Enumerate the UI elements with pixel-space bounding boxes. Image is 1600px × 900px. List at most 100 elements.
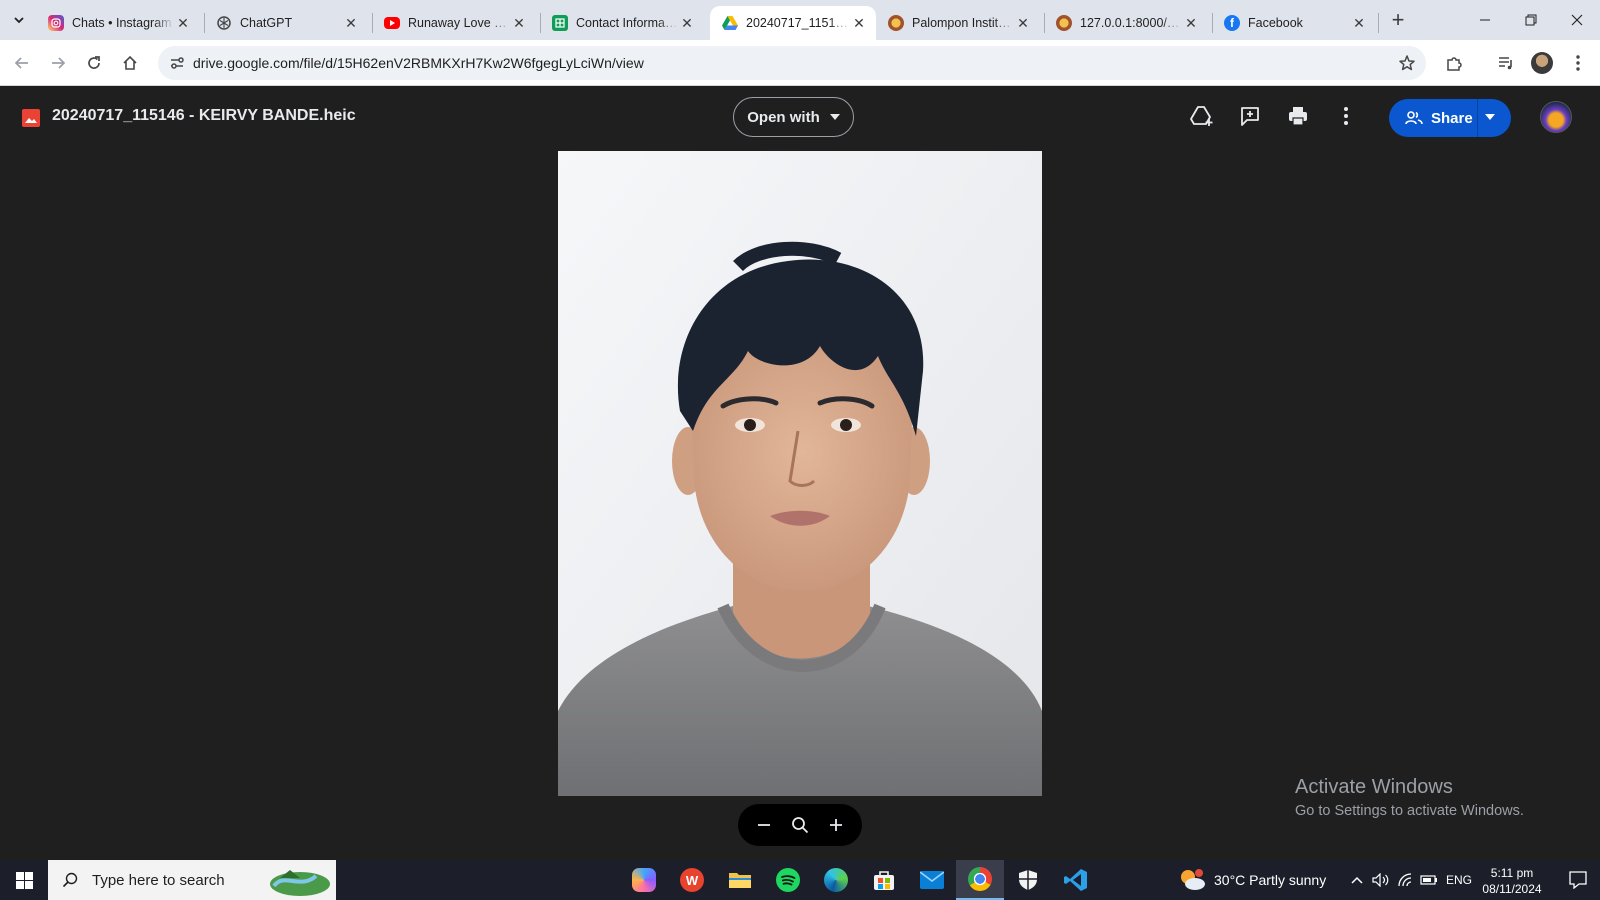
wifi-icon bbox=[1398, 873, 1412, 887]
back-button[interactable] bbox=[8, 49, 36, 77]
start-button[interactable] bbox=[0, 860, 48, 900]
weather-widget[interactable]: 30°C Partly sunny bbox=[1178, 860, 1326, 900]
tab-close-button[interactable]: ✕ bbox=[850, 14, 868, 32]
wps-office-app[interactable]: W bbox=[668, 860, 716, 900]
tab-title: Contact Information bbox=[576, 16, 678, 30]
tab-close-button[interactable]: ✕ bbox=[174, 14, 192, 32]
battery-icon bbox=[1420, 875, 1437, 885]
wps-office-icon: W bbox=[680, 868, 704, 892]
bookmark-star-icon[interactable] bbox=[1396, 52, 1418, 74]
tab-title: Chats • Instagram bbox=[72, 16, 172, 30]
arrow-right-icon bbox=[52, 57, 66, 69]
tab-strip: Chats • Instagram ✕ ChatGPT ✕ Runaway Lo… bbox=[0, 0, 1600, 40]
shield-icon bbox=[1019, 870, 1037, 890]
mail-app[interactable] bbox=[908, 860, 956, 900]
windows-logo-icon bbox=[15, 871, 33, 889]
tab-facebook[interactable]: f Facebook ✕ bbox=[1212, 6, 1376, 40]
more-vertical-icon bbox=[1576, 55, 1580, 71]
reload-icon bbox=[88, 56, 100, 69]
security-app[interactable] bbox=[1004, 860, 1052, 900]
tab-chatgpt[interactable]: ChatGPT ✕ bbox=[204, 6, 368, 40]
weather-text: 30°C Partly sunny bbox=[1214, 872, 1327, 888]
search-icon bbox=[62, 872, 78, 888]
tab-title: Facebook bbox=[1248, 16, 1303, 30]
print-button[interactable] bbox=[1284, 102, 1312, 130]
browser-menu-button[interactable] bbox=[1564, 49, 1592, 77]
minimize-button[interactable] bbox=[1462, 0, 1508, 40]
taskbar-search-box[interactable]: Type here to search bbox=[48, 860, 336, 900]
watermark-subtitle: Go to Settings to activate Windows. bbox=[1295, 803, 1524, 819]
chevron-up-icon bbox=[1351, 876, 1363, 884]
tab-youtube[interactable]: Runaway Love - YouTube ✕ bbox=[372, 6, 536, 40]
more-actions-button[interactable] bbox=[1332, 102, 1360, 130]
show-hidden-icons-button[interactable] bbox=[1346, 860, 1368, 900]
microsoft-store-app[interactable] bbox=[860, 860, 908, 900]
forward-button[interactable] bbox=[44, 49, 72, 77]
edge-app[interactable] bbox=[812, 860, 860, 900]
facebook-icon: f bbox=[1224, 15, 1240, 31]
new-tab-button[interactable]: + bbox=[1384, 7, 1412, 32]
copilot-app[interactable] bbox=[620, 860, 668, 900]
tab-palompon-institute[interactable]: Palompon Institute ✕ bbox=[876, 6, 1040, 40]
url-text[interactable]: drive.google.com/file/d/15H62enV2RBMKXrH… bbox=[193, 55, 644, 71]
notifications-button[interactable] bbox=[1556, 860, 1600, 900]
profile-button[interactable] bbox=[1528, 49, 1556, 77]
zoom-reset-button[interactable] bbox=[786, 811, 814, 839]
tab-title: Runaway Love - YouTube bbox=[408, 16, 510, 30]
google-drive-icon bbox=[722, 15, 738, 31]
chevron-down-icon bbox=[14, 17, 24, 24]
address-bar[interactable]: drive.google.com/file/d/15H62enV2RBMKXrH… bbox=[158, 46, 1426, 80]
store-bag-icon bbox=[874, 871, 894, 890]
network-button[interactable] bbox=[1394, 860, 1416, 900]
puzzle-icon bbox=[1447, 57, 1462, 71]
account-avatar[interactable] bbox=[1540, 101, 1572, 133]
chrome-app[interactable] bbox=[956, 860, 1004, 900]
tab-contact-information[interactable]: Contact Information ✕ bbox=[540, 6, 704, 40]
add-shortcut-button[interactable] bbox=[1188, 102, 1216, 130]
share-button[interactable]: Share bbox=[1389, 99, 1511, 137]
add-comment-button[interactable] bbox=[1236, 102, 1264, 130]
minus-icon bbox=[758, 824, 770, 826]
people-icon bbox=[1405, 111, 1423, 125]
home-icon bbox=[123, 55, 137, 70]
zoom-in-button[interactable] bbox=[822, 811, 850, 839]
file-explorer-app[interactable] bbox=[716, 860, 764, 900]
home-button[interactable] bbox=[116, 49, 144, 77]
close-window-button[interactable] bbox=[1554, 0, 1600, 40]
share-options-caret-icon[interactable] bbox=[1485, 114, 1495, 120]
tab-instagram[interactable]: Chats • Instagram ✕ bbox=[36, 6, 200, 40]
partly-sunny-icon bbox=[1181, 869, 1205, 890]
tab-localhost-profile[interactable]: 127.0.0.1:8000/profile ✕ bbox=[1044, 6, 1208, 40]
notification-icon bbox=[1569, 871, 1587, 889]
reload-button[interactable] bbox=[80, 49, 108, 77]
media-controls-button[interactable] bbox=[1492, 49, 1520, 77]
google-sheets-icon bbox=[552, 15, 568, 31]
tab-close-button[interactable]: ✕ bbox=[1182, 14, 1200, 32]
tab-drive-file[interactable]: 20240717_115146 - KEIRVY BANDE.heic ✕ bbox=[710, 6, 876, 40]
restore-button[interactable] bbox=[1508, 0, 1554, 40]
image-preview bbox=[558, 151, 1042, 796]
volume-button[interactable] bbox=[1370, 860, 1392, 900]
site-settings-icon[interactable] bbox=[166, 52, 188, 74]
tab-close-button[interactable]: ✕ bbox=[1350, 14, 1368, 32]
zoom-out-button[interactable] bbox=[750, 811, 778, 839]
vscode-app[interactable] bbox=[1052, 860, 1100, 900]
search-placeholder: Type here to search bbox=[92, 871, 225, 889]
tab-close-button[interactable]: ✕ bbox=[678, 14, 696, 32]
tab-close-button[interactable]: ✕ bbox=[1014, 14, 1032, 32]
vscode-icon bbox=[1064, 869, 1087, 891]
battery-button[interactable] bbox=[1418, 860, 1440, 900]
tab-close-button[interactable]: ✕ bbox=[342, 14, 360, 32]
taskbar-clock[interactable]: 5:11 pm 08/11/2024 bbox=[1470, 865, 1554, 897]
profile-avatar bbox=[1531, 52, 1553, 74]
tab-title: ChatGPT bbox=[240, 16, 293, 30]
extensions-button[interactable] bbox=[1440, 49, 1468, 77]
tab-search-button[interactable] bbox=[6, 8, 32, 32]
restore-icon bbox=[1525, 14, 1537, 26]
spotify-app[interactable] bbox=[764, 860, 812, 900]
school-seal-icon bbox=[1056, 15, 1072, 31]
tab-close-button[interactable]: ✕ bbox=[510, 14, 528, 32]
open-with-button[interactable]: Open with bbox=[733, 97, 854, 137]
clock-date: 08/11/2024 bbox=[1482, 882, 1542, 896]
share-label: Share bbox=[1431, 109, 1473, 127]
